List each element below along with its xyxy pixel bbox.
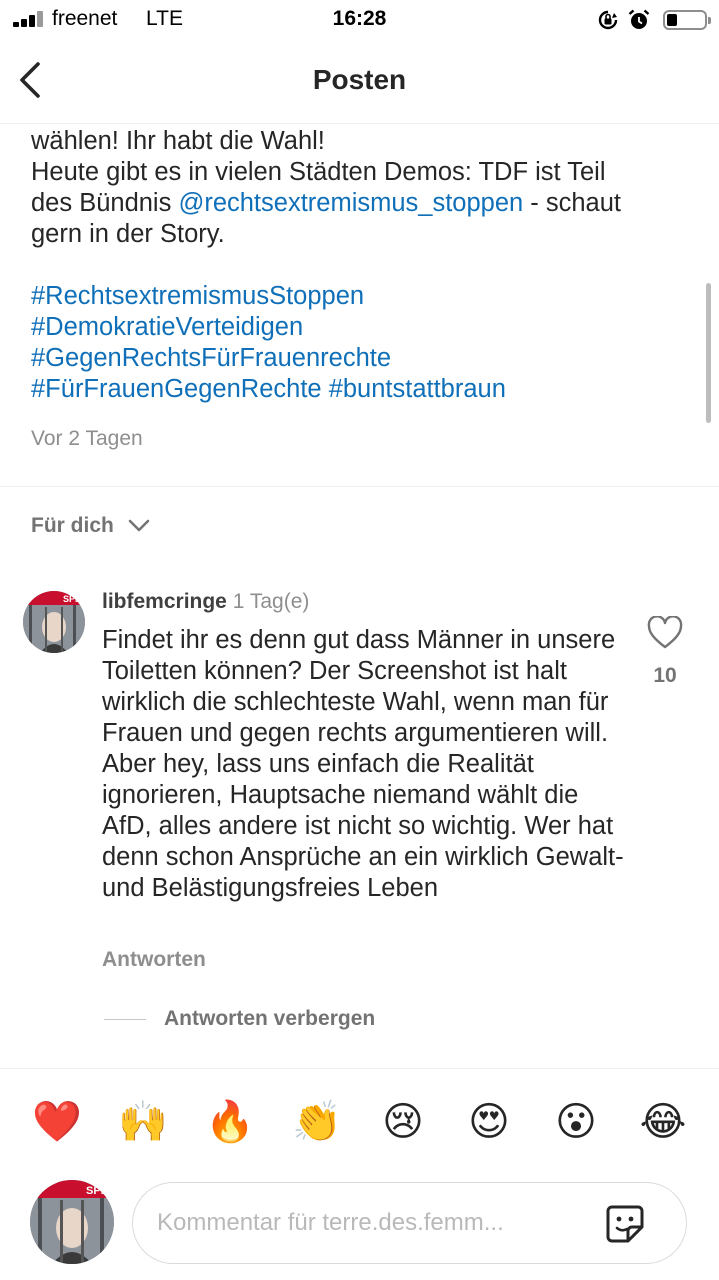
emoji-heart-eyes[interactable]: 😍 bbox=[463, 1096, 515, 1148]
comment-text: Findet ihr es denn gut dass Männer in un… bbox=[102, 626, 624, 902]
comment-sort-dropdown[interactable]: Für dich bbox=[31, 511, 150, 541]
hashtag-link[interactable]: #GegenRechtsFürFrauenrechte bbox=[31, 343, 691, 374]
rotation-lock-icon bbox=[598, 10, 618, 30]
emoji-crying[interactable]: 😢 bbox=[377, 1096, 429, 1148]
comment-username[interactable]: libfemcringe bbox=[102, 590, 227, 613]
divider bbox=[0, 1068, 719, 1069]
sort-label: Für dich bbox=[31, 514, 114, 537]
commenter-avatar[interactable]: SPD bbox=[23, 591, 85, 653]
emoji-surprised[interactable]: 😮 bbox=[550, 1096, 602, 1148]
caption-text: des Bündnis bbox=[31, 189, 179, 217]
status-bar: freenet LTE 16:28 bbox=[0, 0, 719, 40]
emoji-heart[interactable]: ❤️ bbox=[31, 1096, 83, 1148]
scrollbar[interactable] bbox=[706, 283, 711, 423]
caption-line: gern in der Story. bbox=[31, 220, 225, 248]
like-count: 10 bbox=[653, 664, 677, 687]
page-title: Posten bbox=[312, 64, 407, 95]
avatar-badge-text: SPD bbox=[86, 1185, 109, 1197]
emoji-laughing[interactable]: 😂 bbox=[637, 1096, 689, 1148]
sticker-icon bbox=[606, 1205, 644, 1243]
chevron-down-icon bbox=[128, 519, 150, 532]
alarm-icon bbox=[628, 9, 650, 29]
hashtag-link[interactable]: #DemokratieVerteidigen bbox=[31, 312, 691, 343]
caption-text: - schaut bbox=[523, 189, 622, 217]
comment-timestamp: 1 Tag(e) bbox=[232, 590, 310, 613]
hide-replies-button[interactable]: Antworten verbergen bbox=[104, 1007, 375, 1031]
hide-replies-label: Antworten verbergen bbox=[164, 1007, 376, 1030]
emoji-clapping[interactable]: 👏 bbox=[291, 1096, 343, 1148]
divider bbox=[0, 486, 719, 487]
thread-line bbox=[104, 1018, 146, 1020]
mention-link[interactable]: @rechtsextremismus_stoppen bbox=[178, 189, 523, 217]
hashtag-link[interactable]: #buntstattbraun bbox=[329, 375, 506, 403]
emoji-fire[interactable]: 🔥 bbox=[204, 1096, 256, 1148]
hashtag-link[interactable]: #RechtsextremismusStoppen bbox=[31, 281, 691, 312]
caption-line: Heute gibt es in vielen Städten Demos: T… bbox=[31, 158, 606, 186]
post-timestamp: Vor 2 Tagen bbox=[31, 427, 143, 450]
avatar-badge-text: SPD bbox=[63, 594, 82, 604]
battery-icon bbox=[663, 10, 711, 30]
emoji-quick-bar: ❤️ 🙌 🔥 👏 😢 😍 😮 😂 bbox=[0, 1096, 719, 1152]
like-button[interactable] bbox=[647, 615, 683, 650]
top-navigation-bar: Posten bbox=[0, 40, 719, 124]
post-caption: wählen! Ihr habt die Wahl! Heute gibt es… bbox=[31, 126, 691, 405]
comment-input-placeholder: Kommentar für terre.des.femm... bbox=[157, 1209, 504, 1236]
caption-line: wählen! Ihr habt die Wahl! bbox=[31, 127, 325, 155]
reply-button[interactable]: Antworten bbox=[102, 948, 206, 972]
heart-outline-icon bbox=[647, 615, 683, 649]
status-icons bbox=[597, 7, 711, 33]
current-user-avatar: SPD bbox=[30, 1180, 114, 1264]
sticker-button[interactable] bbox=[602, 1201, 648, 1247]
emoji-raising-hands[interactable]: 🙌 bbox=[117, 1096, 169, 1148]
comment-header: libfemcringe 1 Tag(e) bbox=[102, 590, 309, 614]
hashtag-link[interactable]: #FürFrauenGegenRechte bbox=[31, 375, 322, 403]
comment-input[interactable]: Kommentar für terre.des.femm... bbox=[132, 1182, 687, 1264]
caption-line: des Bündnis @rechtsextremismus_stoppen -… bbox=[31, 188, 691, 219]
